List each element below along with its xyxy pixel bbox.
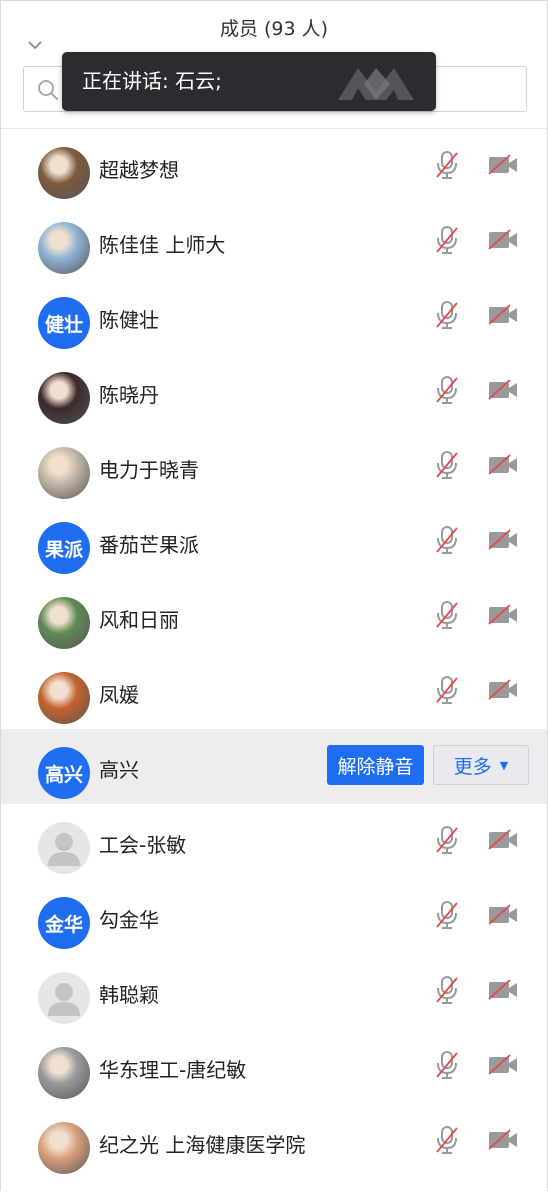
member-row[interactable]: 高兴 高兴 解除静音 更多 ▼ [1, 729, 547, 804]
chevron-down-icon[interactable] [25, 20, 45, 50]
member-row[interactable]: 韩聪颖 [1, 954, 547, 1029]
avatar [38, 672, 90, 724]
member-row[interactable]: 果派 番茄芒果派 [1, 504, 547, 579]
member-name: 工会-张敏 [99, 833, 187, 857]
member-row[interactable]: 电力于晓青 [1, 429, 547, 504]
avatar [38, 1047, 90, 1099]
mic-muted-icon[interactable] [434, 375, 460, 405]
video-off-icon[interactable] [487, 978, 519, 1002]
avatar-initials: 健壮 [44, 313, 83, 336]
avatar-initials: 果派 [44, 538, 83, 561]
video-off-icon[interactable] [487, 1128, 519, 1152]
mic-muted-icon[interactable] [434, 225, 460, 255]
speaking-text: 正在讲话: 石云; [82, 69, 222, 93]
member-row[interactable]: 金华 勾金华 [1, 879, 547, 954]
default-avatar-icon [48, 983, 80, 1016]
member-name: 风和日丽 [99, 608, 179, 632]
member-name: 勾金华 [99, 908, 159, 932]
member-name: 陈健壮 [99, 308, 159, 332]
avatar: 高兴 [38, 747, 90, 799]
video-off-icon[interactable] [487, 828, 519, 852]
member-row[interactable]: 凤媛 [1, 654, 547, 729]
member-name: 高兴 [99, 758, 139, 782]
panel-title: 成员 (93 人) [219, 18, 329, 40]
member-row[interactable]: 陈晓丹 [1, 354, 547, 429]
member-name: 华东理工-唐纪敏 [99, 1058, 247, 1082]
mic-muted-icon[interactable] [434, 300, 460, 330]
app-logo-icon [338, 68, 414, 100]
avatar: 金华 [38, 897, 90, 949]
video-off-icon[interactable] [487, 1053, 519, 1077]
avatar [38, 372, 90, 424]
video-off-icon[interactable] [487, 303, 519, 327]
search-icon [38, 80, 59, 101]
avatar-initials: 高兴 [44, 763, 83, 786]
member-row[interactable]: 陈佳佳 上师大 [1, 204, 547, 279]
video-off-icon[interactable] [487, 678, 519, 702]
avatar [38, 147, 90, 199]
member-name: 番茄芒果派 [99, 533, 199, 557]
mic-muted-icon[interactable] [434, 1050, 460, 1080]
panel-header: 成员 (93 人) [1, 1, 547, 57]
member-row[interactable]: 风和日丽 [1, 579, 547, 654]
video-off-icon[interactable] [487, 228, 519, 252]
video-off-icon[interactable] [487, 903, 519, 927]
member-row[interactable]: 超越梦想 [1, 129, 547, 204]
member-list: 超越梦想陈佳佳 上师大健壮 陈健壮陈晓丹电力于晓青果派 番茄芒果派风和日丽凤媛高兴高… [1, 129, 547, 1179]
video-off-icon[interactable] [487, 153, 519, 177]
speaking-toast: 正在讲话: 石云; [62, 52, 436, 111]
unmute-button[interactable]: 解除静音 [327, 745, 424, 785]
avatar [38, 222, 90, 274]
member-row[interactable]: 工会-张敏 [1, 804, 547, 879]
avatar-initials: 金华 [44, 913, 83, 936]
video-off-icon[interactable] [487, 603, 519, 627]
avatar [38, 972, 90, 1024]
caret-down-icon: ▼ [499, 758, 509, 772]
avatar [38, 597, 90, 649]
default-avatar-icon [48, 833, 80, 866]
member-row[interactable]: 纪之光 上海健康医学院 [1, 1104, 547, 1179]
participants-panel: 成员 (93 人) 超越梦想陈佳佳 上师大健壮 陈健壮陈晓丹电力于晓青果派 番茄芒果… [0, 0, 548, 1191]
video-off-icon[interactable] [487, 453, 519, 477]
mic-muted-icon[interactable] [434, 900, 460, 930]
member-name: 凤媛 [99, 683, 139, 707]
member-name: 超越梦想 [99, 158, 179, 182]
more-button[interactable]: 更多 ▼ [433, 745, 529, 785]
avatar [38, 822, 90, 874]
mic-muted-icon[interactable] [434, 150, 460, 180]
member-name: 电力于晓青 [99, 458, 199, 482]
mic-muted-icon[interactable] [434, 975, 460, 1005]
avatar: 健壮 [38, 297, 90, 349]
avatar: 果派 [38, 522, 90, 574]
mic-muted-icon[interactable] [434, 675, 460, 705]
avatar [38, 447, 90, 499]
member-name: 韩聪颖 [99, 983, 159, 1007]
mic-muted-icon[interactable] [434, 1125, 460, 1155]
mic-muted-icon[interactable] [434, 525, 460, 555]
mic-muted-icon[interactable] [434, 825, 460, 855]
video-off-icon[interactable] [487, 378, 519, 402]
video-off-icon[interactable] [487, 528, 519, 552]
member-name: 陈晓丹 [99, 383, 159, 407]
member-name: 纪之光 上海健康医学院 [99, 1133, 306, 1157]
member-row[interactable]: 华东理工-唐纪敏 [1, 1029, 547, 1104]
avatar [38, 1122, 90, 1174]
mic-muted-icon[interactable] [434, 600, 460, 630]
member-name: 陈佳佳 上师大 [99, 233, 226, 257]
more-label: 更多 [453, 755, 492, 778]
mic-muted-icon[interactable] [434, 450, 460, 480]
member-row[interactable]: 健壮 陈健壮 [1, 279, 547, 354]
